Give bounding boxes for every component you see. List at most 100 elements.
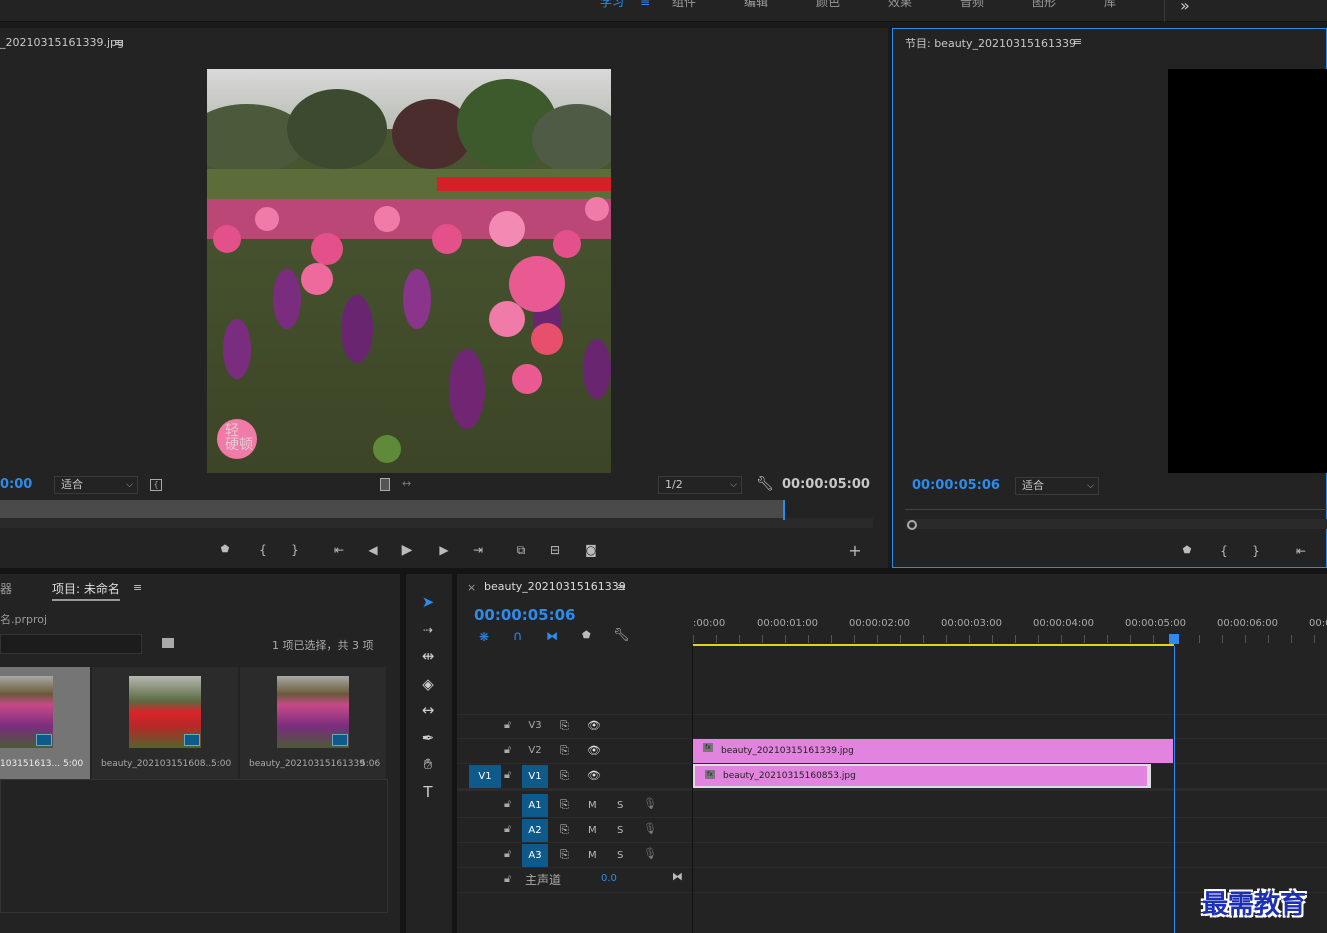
slip-tool-icon[interactable]: ↔ bbox=[416, 698, 440, 722]
source-patch-v1[interactable]: V1 bbox=[469, 765, 501, 788]
drag-audio-icon[interactable]: ↔ bbox=[402, 477, 411, 490]
program-panel-menu-icon[interactable]: ≡ bbox=[1073, 35, 1082, 48]
source-scrubber-zoom-bar[interactable] bbox=[0, 500, 785, 518]
track-label-a2[interactable]: A2 bbox=[522, 819, 548, 842]
work-area-bar[interactable] bbox=[693, 644, 1174, 646]
razor-tool-icon[interactable]: ◈ bbox=[416, 672, 440, 696]
step-forward-icon[interactable]: ▶︎ bbox=[435, 542, 453, 558]
clip-v2[interactable]: fx beauty_20210315161339.jpg bbox=[693, 739, 1173, 763]
project-search-input[interactable] bbox=[0, 634, 142, 654]
mark-out-icon[interactable]: } bbox=[1247, 543, 1265, 559]
hand-tool-icon[interactable]: ✋︎ bbox=[416, 752, 440, 776]
eye-icon[interactable]: 👁︎ bbox=[587, 719, 601, 732]
workspace-menu-icon[interactable]: ≡ bbox=[640, 0, 650, 10]
playback-resolution-dropdown[interactable]: 1/2 ⌵ bbox=[658, 476, 742, 494]
wrench-icon[interactable]: 🔧︎ bbox=[613, 628, 630, 643]
sync-lock-icon[interactable]: ⎘ bbox=[560, 823, 569, 837]
close-sequence-icon[interactable]: × bbox=[467, 581, 476, 594]
playhead-handle[interactable] bbox=[1169, 634, 1179, 644]
track-label-v1[interactable]: V1 bbox=[522, 765, 548, 788]
sync-lock-icon[interactable]: ⎘ bbox=[560, 848, 569, 862]
lock-icon[interactable]: 🔓︎ bbox=[504, 872, 511, 886]
source-zoom-dropdown[interactable]: 适合 ⌵ bbox=[54, 476, 138, 494]
source-monitor-title[interactable]: _20210315161339.jpg bbox=[0, 36, 124, 49]
linked-selection-icon[interactable]: ⧓ bbox=[546, 629, 558, 643]
workspace-tab-editing[interactable]: 编辑 bbox=[744, 0, 768, 10]
timeline-menu-icon[interactable]: ≡ bbox=[617, 581, 626, 594]
workspace-tab-libraries[interactable]: 库 bbox=[1104, 0, 1116, 10]
solo-button[interactable]: S bbox=[617, 825, 623, 836]
track-label-v2[interactable]: V2 bbox=[522, 741, 548, 761]
source-time-ruler[interactable] bbox=[0, 518, 873, 528]
sync-lock-icon[interactable]: ⎘ bbox=[560, 719, 569, 733]
workspace-tab-color[interactable]: 颜色 bbox=[816, 0, 840, 10]
mute-button[interactable]: M bbox=[588, 800, 597, 811]
mark-in-icon[interactable]: { bbox=[254, 542, 272, 558]
microphone-icon[interactable]: 🎙︎ bbox=[643, 797, 657, 810]
step-back-icon[interactable]: ◀︎ bbox=[364, 542, 382, 558]
program-playhead-handle[interactable] bbox=[907, 520, 917, 530]
find-icon[interactable] bbox=[162, 638, 174, 648]
snap-icon[interactable]: ∩ bbox=[513, 629, 523, 644]
eye-icon[interactable]: 👁︎ bbox=[587, 769, 601, 782]
sync-lock-icon[interactable]: ⎘ bbox=[560, 798, 569, 812]
workspace-tab-assembly[interactable]: 组件 bbox=[672, 0, 696, 10]
sync-lock-icon[interactable]: ⎘ bbox=[560, 744, 569, 758]
workspace-tab-graphics[interactable]: 图形 bbox=[1032, 0, 1056, 10]
go-to-in-icon[interactable]: ⇤ bbox=[1292, 543, 1310, 559]
nest-icon[interactable]: ❋ bbox=[479, 630, 489, 644]
play-icon[interactable]: ▶︎ bbox=[398, 542, 416, 558]
lock-icon[interactable]: 🔓︎ bbox=[504, 822, 511, 836]
media-browser-tab[interactable]: 器 bbox=[0, 580, 12, 597]
go-to-end-icon[interactable]: ⧓ bbox=[672, 870, 683, 883]
source-playhead[interactable] bbox=[783, 500, 785, 520]
program-timecode-current[interactable]: 00:00:05:06 bbox=[912, 478, 1000, 493]
insert-icon[interactable]: ⧉ bbox=[512, 542, 530, 558]
mute-button[interactable]: M bbox=[588, 825, 597, 836]
add-marker-icon[interactable]: ⬟ bbox=[582, 630, 591, 641]
go-to-in-icon[interactable]: ⇤ bbox=[330, 542, 348, 558]
track-label-a1[interactable]: A1 bbox=[522, 794, 548, 817]
workspace-tab-audio[interactable]: 音频 bbox=[960, 0, 984, 10]
pen-tool-icon[interactable]: ✒︎ bbox=[416, 726, 440, 750]
clip-v1[interactable]: fx beauty_20210315160853.jpg bbox=[695, 766, 1147, 786]
program-time-ruler[interactable] bbox=[905, 509, 1327, 510]
timeline-ruler[interactable]: :00:00 00:00:01:00 00:00:02:00 00:00:03:… bbox=[693, 604, 1327, 646]
lock-icon[interactable]: 🔓︎ bbox=[504, 768, 511, 782]
track-label-v3[interactable]: V3 bbox=[522, 716, 548, 736]
program-monitor-title[interactable]: 节目: beauty_20210315161339 bbox=[905, 35, 1076, 51]
sequence-tab[interactable]: beauty_20210315161339 bbox=[484, 580, 626, 593]
mute-button[interactable]: M bbox=[588, 850, 597, 861]
more-workspaces-icon[interactable]: » bbox=[1180, 0, 1190, 15]
solo-button[interactable]: S bbox=[617, 850, 623, 861]
lock-icon[interactable]: 🔓︎ bbox=[504, 718, 511, 732]
project-tab[interactable]: 项目: 未命名 bbox=[52, 580, 120, 601]
solo-button[interactable]: S bbox=[617, 800, 623, 811]
ripple-edit-tool-icon[interactable]: ⇹ bbox=[416, 644, 440, 668]
track-select-tool-icon[interactable]: ⇢ bbox=[416, 618, 440, 642]
microphone-icon[interactable]: 🎙︎ bbox=[643, 847, 657, 860]
drag-video-icon[interactable] bbox=[380, 478, 390, 491]
microphone-icon[interactable]: 🎙︎ bbox=[643, 822, 657, 835]
mark-out-icon[interactable]: } bbox=[286, 542, 304, 558]
export-frame-icon[interactable]: ◙ bbox=[582, 542, 600, 558]
lock-icon[interactable]: 🔓︎ bbox=[504, 797, 511, 811]
go-to-out-icon[interactable]: ⇥ bbox=[469, 542, 487, 558]
eye-icon[interactable]: 👁︎ bbox=[587, 744, 601, 757]
overwrite-icon[interactable]: ⊟ bbox=[546, 542, 564, 558]
workspace-tab-learn[interactable]: 学习 bbox=[600, 0, 624, 10]
add-marker-icon[interactable]: ⬟ bbox=[1178, 543, 1196, 559]
selection-tool-icon[interactable]: ➤ bbox=[416, 590, 440, 614]
sync-lock-icon[interactable]: ⎘ bbox=[560, 769, 569, 783]
insert-mark-icon[interactable]: { bbox=[150, 479, 162, 491]
lock-icon[interactable]: 🔓︎ bbox=[504, 743, 511, 757]
program-scrubber[interactable] bbox=[905, 519, 1327, 529]
source-timecode-current[interactable]: 0:00 bbox=[0, 477, 32, 492]
add-marker-icon[interactable]: ⬟ bbox=[216, 542, 234, 558]
type-tool-icon[interactable]: T bbox=[416, 780, 440, 804]
workspace-tab-effects[interactable]: 效果 bbox=[888, 0, 912, 10]
timeline-timecode[interactable]: 00:00:05:06 bbox=[474, 606, 576, 624]
master-volume-value[interactable]: 0.0 bbox=[601, 873, 617, 884]
program-zoom-dropdown[interactable]: 适合 ⌵ bbox=[1015, 477, 1099, 495]
source-panel-menu-icon[interactable]: ≡ bbox=[114, 36, 123, 49]
